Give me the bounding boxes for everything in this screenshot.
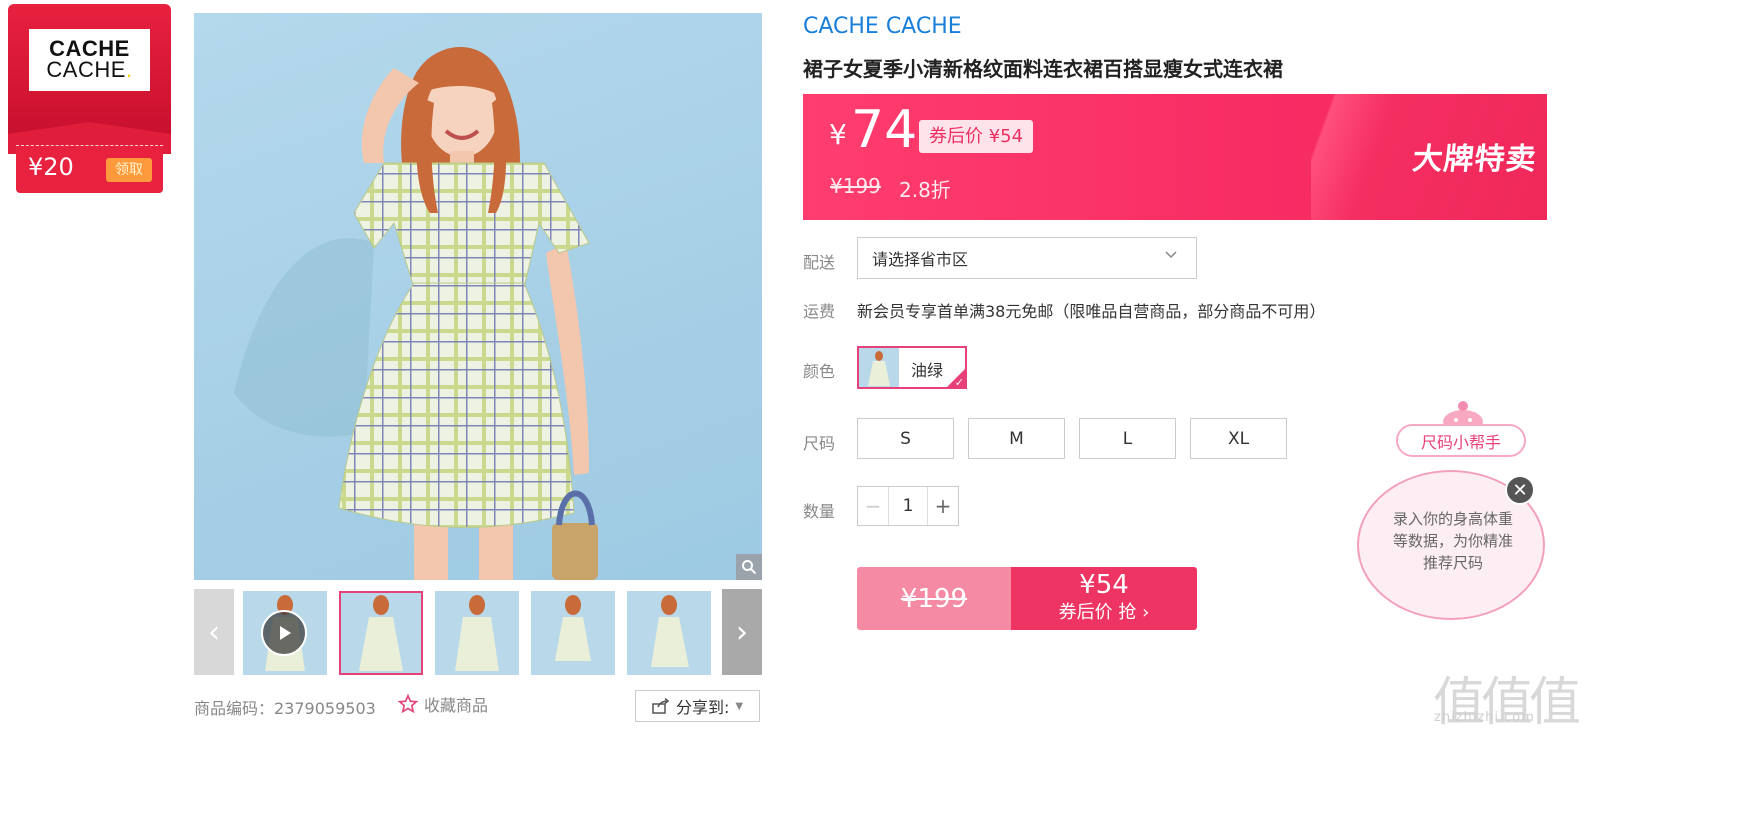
thumbnail-image bbox=[651, 595, 689, 667]
discount-rate: 2.8折 bbox=[899, 178, 951, 202]
caret-down-icon: ▼ bbox=[735, 700, 744, 712]
thumbnail-3[interactable] bbox=[435, 591, 519, 675]
size-option-l[interactable]: L bbox=[1079, 418, 1176, 459]
thumbnail-2[interactable] bbox=[339, 591, 423, 675]
delivery-label: 配送 bbox=[803, 253, 836, 272]
size-option-m[interactable]: M bbox=[968, 418, 1065, 459]
share-icon bbox=[652, 698, 670, 714]
share-label: 分享到: bbox=[675, 698, 730, 717]
size-option-xl[interactable]: XL bbox=[1190, 418, 1287, 459]
quantity-decrease-button[interactable]: − bbox=[858, 487, 889, 525]
buy-original-price-text: ¥199 bbox=[900, 583, 968, 614]
quantity-label: 数量 bbox=[803, 502, 836, 521]
store-card-header: CACHE CACHE. bbox=[8, 4, 171, 136]
delivery-region-select[interactable]: 请选择省市区 bbox=[857, 237, 1197, 279]
current-price: 74 bbox=[851, 100, 918, 160]
brand-name[interactable]: CACHE CACHE bbox=[803, 14, 962, 39]
chevron-right-icon: › bbox=[736, 614, 748, 650]
watermark-url: zhizhizhi.com bbox=[1434, 710, 1535, 725]
buy-with-coupon-button[interactable]: ¥54 券后价 抢 › bbox=[1011, 567, 1197, 630]
main-product-image[interactable] bbox=[194, 13, 762, 580]
original-price: ¥199 bbox=[830, 174, 881, 198]
thumbnail-1[interactable] bbox=[243, 591, 327, 675]
thumbnail-image bbox=[555, 595, 591, 661]
play-icon bbox=[280, 626, 291, 640]
size-option-s[interactable]: S bbox=[857, 418, 954, 459]
claim-coupon-button[interactable]: 领取 bbox=[106, 158, 152, 182]
shipping-label: 运费 bbox=[803, 302, 836, 321]
store-logo-line2-text: CACHE bbox=[46, 57, 126, 82]
thumbnail-image bbox=[455, 595, 499, 671]
favorite-button[interactable]: 收藏商品 bbox=[398, 692, 488, 716]
chevron-down-icon bbox=[1164, 248, 1178, 264]
check-icon: ✓ bbox=[954, 376, 964, 389]
share-button[interactable]: 分享到: ▼ bbox=[635, 690, 760, 722]
thumbnail-4[interactable] bbox=[531, 591, 615, 675]
color-swatch-image bbox=[859, 348, 899, 387]
favorite-label: 收藏商品 bbox=[424, 696, 489, 715]
store-logo-dot: . bbox=[125, 57, 133, 82]
quantity-increase-button[interactable]: + bbox=[927, 487, 958, 525]
color-option-label: 油绿 bbox=[911, 361, 944, 380]
size-helper-text: 录入你的身高体重等数据，为你精准推荐尺码 bbox=[1392, 510, 1513, 572]
color-option-selected[interactable]: 油绿 ✓ bbox=[857, 346, 967, 389]
play-video-button[interactable] bbox=[261, 610, 307, 656]
thumbnail-prev-button[interactable]: ‹ bbox=[194, 589, 234, 675]
coupon-price-tag: 券后价 ¥54 bbox=[919, 120, 1034, 153]
store-logo-line2: CACHE. bbox=[46, 57, 133, 82]
magnifier-icon bbox=[742, 560, 757, 575]
store-card[interactable]: CACHE CACHE. ¥20 领取 bbox=[8, 4, 171, 193]
buy-coupon-action: 券后价 抢 › bbox=[1058, 602, 1150, 623]
thumbnail-5[interactable] bbox=[627, 591, 711, 675]
store-coupon-amount: ¥20 bbox=[28, 153, 74, 181]
size-label: 尺码 bbox=[803, 434, 836, 453]
quantity-stepper: − 1 + bbox=[857, 486, 959, 526]
zoom-button[interactable] bbox=[736, 554, 762, 580]
store-coupon: ¥20 领取 bbox=[16, 145, 163, 193]
delivery-placeholder: 请选择省市区 bbox=[872, 250, 969, 269]
thumbnail-next-button[interactable]: › bbox=[722, 589, 762, 675]
buy-coupon-price: ¥54 bbox=[1079, 570, 1129, 600]
color-label: 颜色 bbox=[803, 362, 836, 381]
model-illustration bbox=[234, 46, 598, 580]
banner-label: 大牌特卖 bbox=[1410, 142, 1539, 177]
chevron-left-icon: ‹ bbox=[208, 614, 220, 650]
close-icon[interactable]: ✕ bbox=[1505, 475, 1535, 505]
price-currency: ¥ bbox=[829, 118, 847, 151]
buy-original-price[interactable]: ¥199 bbox=[857, 567, 1011, 630]
price-banner: ¥ 74 券后价 ¥54 ¥199 2.8折 大牌特卖 bbox=[803, 94, 1547, 220]
quantity-value[interactable]: 1 bbox=[889, 487, 927, 525]
size-helper-button[interactable]: 尺码小帮手 bbox=[1396, 424, 1526, 457]
product-code: 商品编码：2379059503 bbox=[194, 699, 376, 718]
thumbnail-image bbox=[359, 595, 403, 671]
product-title: 裙子女夏季小清新格纹面料连衣裙百搭显瘦女式连衣裙 bbox=[803, 57, 1283, 81]
store-logo[interactable]: CACHE CACHE. bbox=[29, 29, 150, 91]
shipping-info: 新会员专享首单满38元免邮（限唯品自营商品，部分商品不可用） bbox=[857, 302, 1326, 321]
star-icon bbox=[398, 694, 418, 714]
